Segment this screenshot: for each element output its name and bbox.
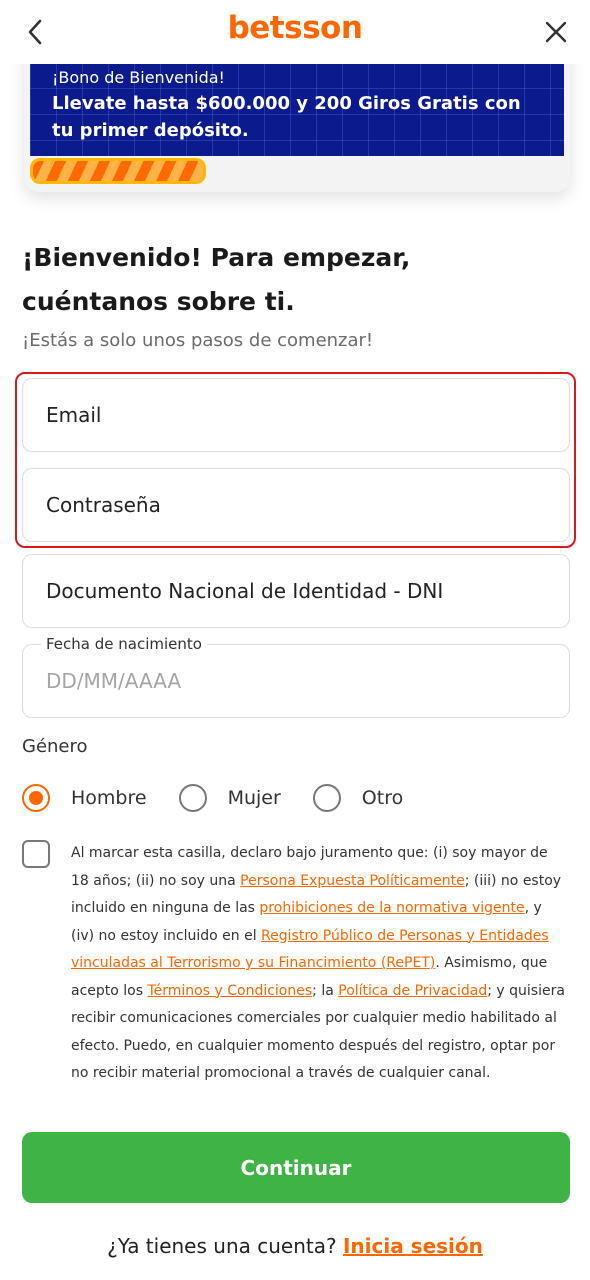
page-title: ¡Bienvenido! Para empezar, cuéntanos sob… (22, 243, 411, 316)
legal-text: ; la (312, 982, 339, 999)
gender-option-label: Otro (361, 787, 404, 809)
birthdate-field[interactable]: Fecha de nacimiento (22, 634, 570, 718)
email-field[interactable] (22, 378, 570, 452)
dni-field[interactable] (22, 554, 570, 628)
login-link[interactable]: Inicia sesión (343, 1234, 483, 1258)
gender-radio-group: Hombre Mujer Otro (22, 782, 435, 814)
gender-option-otro[interactable]: Otro (312, 784, 404, 812)
gender-option-hombre[interactable]: Hombre (22, 784, 147, 812)
password-input[interactable] (46, 493, 569, 517)
radio-button[interactable] (312, 784, 341, 812)
gender-label: Género (22, 736, 88, 757)
radio-button-checked[interactable] (22, 784, 50, 812)
gender-option-label: Mujer (227, 787, 281, 809)
continue-button[interactable]: Continuar (22, 1132, 570, 1203)
prohibitions-link[interactable]: prohibiciones de la normativa vigente (259, 900, 524, 916)
bonus-headline: Llevate hasta $600.000 y 200 Giros Grati… (52, 93, 521, 141)
welcome-bonus-banner: ¡Bono de Bienvenida! Llevate hasta $600.… (30, 62, 564, 156)
login-prompt-text: ¿Ya tienes una cuenta? (107, 1234, 337, 1258)
progress-fill (33, 161, 203, 181)
birthdate-input[interactable] (46, 669, 569, 693)
gender-option-mujer[interactable]: Mujer (178, 784, 281, 812)
radio-dot (29, 791, 43, 805)
terms-link[interactable]: Términos y Condiciones (147, 983, 312, 999)
pep-link[interactable]: Persona Expuesta Políticamente (240, 873, 465, 889)
email-input[interactable] (46, 403, 569, 427)
gender-option-label: Hombre (71, 787, 147, 809)
radio-button[interactable] (178, 784, 207, 812)
brand-logo: betsson (227, 10, 363, 46)
close-button[interactable] (538, 14, 574, 50)
password-field[interactable] (22, 468, 570, 542)
top-bar: betsson (0, 0, 590, 64)
dni-input[interactable] (46, 579, 569, 603)
bonus-subtitle: ¡Bono de Bienvenida! (52, 68, 225, 87)
signup-progress-bar (30, 158, 206, 184)
privacy-link[interactable]: Política de Privacidad (338, 983, 487, 999)
legal-consent-text: Al marcar esta casilla, declaro bajo jur… (71, 840, 567, 1088)
terms-checkbox[interactable] (22, 840, 50, 868)
login-prompt: ¿Ya tienes una cuenta? Inicia sesión (0, 1234, 590, 1258)
birthdate-label: Fecha de nacimiento (41, 634, 207, 654)
page-subtitle: ¡Estás a solo unos pasos de comenzar! (22, 330, 374, 351)
close-icon (545, 21, 567, 43)
